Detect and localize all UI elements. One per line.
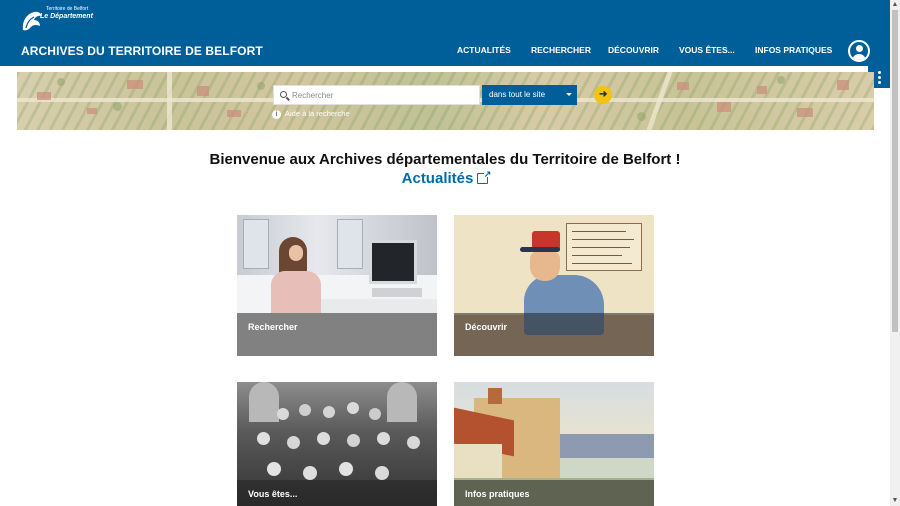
search-icon bbox=[280, 91, 287, 98]
search-scope-label: dans tout le site bbox=[489, 90, 546, 99]
map-tree bbox=[637, 112, 646, 121]
card-image-person bbox=[277, 408, 289, 420]
map-building bbox=[717, 102, 731, 112]
card-image-person bbox=[369, 408, 381, 420]
card-image-handwriting bbox=[572, 231, 626, 232]
card-image-pillar bbox=[249, 382, 279, 422]
map-building bbox=[797, 108, 813, 117]
card-image-woman-face bbox=[289, 245, 303, 261]
map-building bbox=[127, 80, 143, 89]
card-image-person bbox=[323, 406, 335, 418]
card-image-woman bbox=[271, 271, 321, 313]
card-caption-bar bbox=[237, 313, 437, 356]
card-image-person bbox=[347, 434, 360, 447]
card-image-person bbox=[375, 466, 389, 480]
user-head-shape bbox=[856, 45, 863, 52]
card-image-keyboard bbox=[372, 288, 422, 297]
card-image-person bbox=[299, 404, 311, 416]
nav-item-actualites[interactable]: ACTUALITÉS bbox=[457, 45, 511, 55]
search-box bbox=[273, 85, 480, 105]
map-road bbox=[167, 72, 172, 130]
map-building bbox=[837, 80, 849, 90]
card-caption: Infos pratiques bbox=[465, 489, 530, 499]
map-building bbox=[197, 86, 209, 96]
menu-dot bbox=[878, 81, 881, 84]
card-image-platform-canopy bbox=[560, 434, 654, 458]
map-building bbox=[37, 92, 51, 100]
card-image-handwriting bbox=[572, 239, 634, 240]
lion-logo-icon bbox=[22, 11, 42, 31]
card-image-person bbox=[267, 462, 281, 476]
user-body-shape bbox=[852, 54, 866, 60]
scroll-down-icon[interactable]: ▼ bbox=[890, 496, 900, 506]
card-image-handwriting bbox=[572, 247, 630, 248]
search-submit-button[interactable]: ➜ bbox=[594, 86, 612, 104]
card-image-person bbox=[407, 436, 420, 449]
card-image-person bbox=[287, 436, 300, 449]
external-link-icon: ↗ bbox=[477, 170, 491, 184]
card-image-pillar bbox=[387, 382, 417, 422]
search-help-label: Aide à la recherche bbox=[285, 109, 350, 118]
card-image-person bbox=[339, 462, 353, 476]
welcome-heading: Bienvenue aux Archives départementales d… bbox=[209, 151, 681, 168]
logo-bottom-text: Le Département bbox=[40, 13, 93, 20]
card-image-person bbox=[303, 466, 317, 480]
card-image-person bbox=[347, 402, 359, 414]
card-image-handwriting bbox=[572, 263, 632, 264]
map-tree bbox=[777, 76, 785, 84]
news-link-label: Actualités bbox=[401, 170, 474, 187]
departement-logo[interactable]: Territoire de Belfort Le Département bbox=[20, 6, 93, 34]
nav-item-vous-etes[interactable]: VOUS ÊTES... bbox=[679, 45, 735, 55]
nav-item-rechercher[interactable]: RECHERCHER bbox=[531, 45, 591, 55]
menu-dots-icon bbox=[878, 71, 881, 74]
site-header: Territoire de Belfort Le Département ARC… bbox=[0, 0, 890, 66]
map-building bbox=[757, 86, 767, 94]
news-link[interactable]: Actualités ↗ bbox=[0, 170, 890, 188]
info-icon: i bbox=[272, 109, 281, 119]
site-title[interactable]: ARCHIVES DU TERRITOIRE DE BELFORT bbox=[21, 44, 263, 58]
search-scope-select[interactable]: dans tout le site bbox=[482, 85, 577, 105]
card-image-person bbox=[257, 432, 270, 445]
card-image-person bbox=[377, 432, 390, 445]
card-caption-bar bbox=[454, 313, 654, 356]
map-building bbox=[227, 110, 241, 117]
card-image-handwriting bbox=[572, 255, 622, 256]
card-rechercher[interactable]: Rechercher bbox=[237, 215, 437, 356]
search-input[interactable] bbox=[292, 86, 477, 104]
card-vous-etes[interactable]: Vous êtes... bbox=[237, 382, 437, 506]
card-infos-pratiques[interactable]: Infos pratiques bbox=[454, 382, 654, 506]
card-image-kepi-visor bbox=[520, 247, 560, 252]
map-building bbox=[677, 82, 689, 90]
menu-dot bbox=[878, 76, 881, 79]
nav-item-infos-pratiques[interactable]: INFOS PRATIQUES bbox=[755, 45, 832, 55]
map-tree bbox=[57, 78, 65, 86]
map-tree bbox=[113, 102, 122, 111]
user-account-icon[interactable] bbox=[848, 40, 870, 62]
card-caption: Rechercher bbox=[248, 322, 298, 332]
search-help-link[interactable]: i Aide à la recherche bbox=[272, 109, 350, 120]
page: Territoire de Belfort Le Département ARC… bbox=[0, 0, 900, 506]
scrollbar-thumb[interactable] bbox=[892, 10, 898, 332]
scroll-up-icon[interactable]: ▲ bbox=[890, 0, 900, 10]
caret-down-icon bbox=[566, 93, 572, 96]
nav-item-decouvrir[interactable]: DÉCOUVRIR bbox=[608, 45, 659, 55]
card-image-station-tower bbox=[488, 388, 502, 404]
card-caption: Vous êtes... bbox=[248, 489, 298, 499]
card-image-window bbox=[243, 219, 269, 269]
arrow-right-icon: ➜ bbox=[599, 89, 608, 100]
card-image-desk bbox=[307, 299, 437, 313]
map-tree bbox=[257, 82, 265, 90]
card-image-computer bbox=[369, 240, 417, 284]
card-image-soldier-face bbox=[530, 251, 560, 281]
map-building bbox=[87, 108, 97, 114]
card-decouvrir[interactable]: Découvrir bbox=[454, 215, 654, 356]
card-image-person bbox=[317, 432, 330, 445]
card-caption: Découvrir bbox=[465, 322, 508, 332]
card-image-window bbox=[337, 219, 363, 269]
logo-top-text: Territoire de Belfort bbox=[46, 6, 89, 12]
